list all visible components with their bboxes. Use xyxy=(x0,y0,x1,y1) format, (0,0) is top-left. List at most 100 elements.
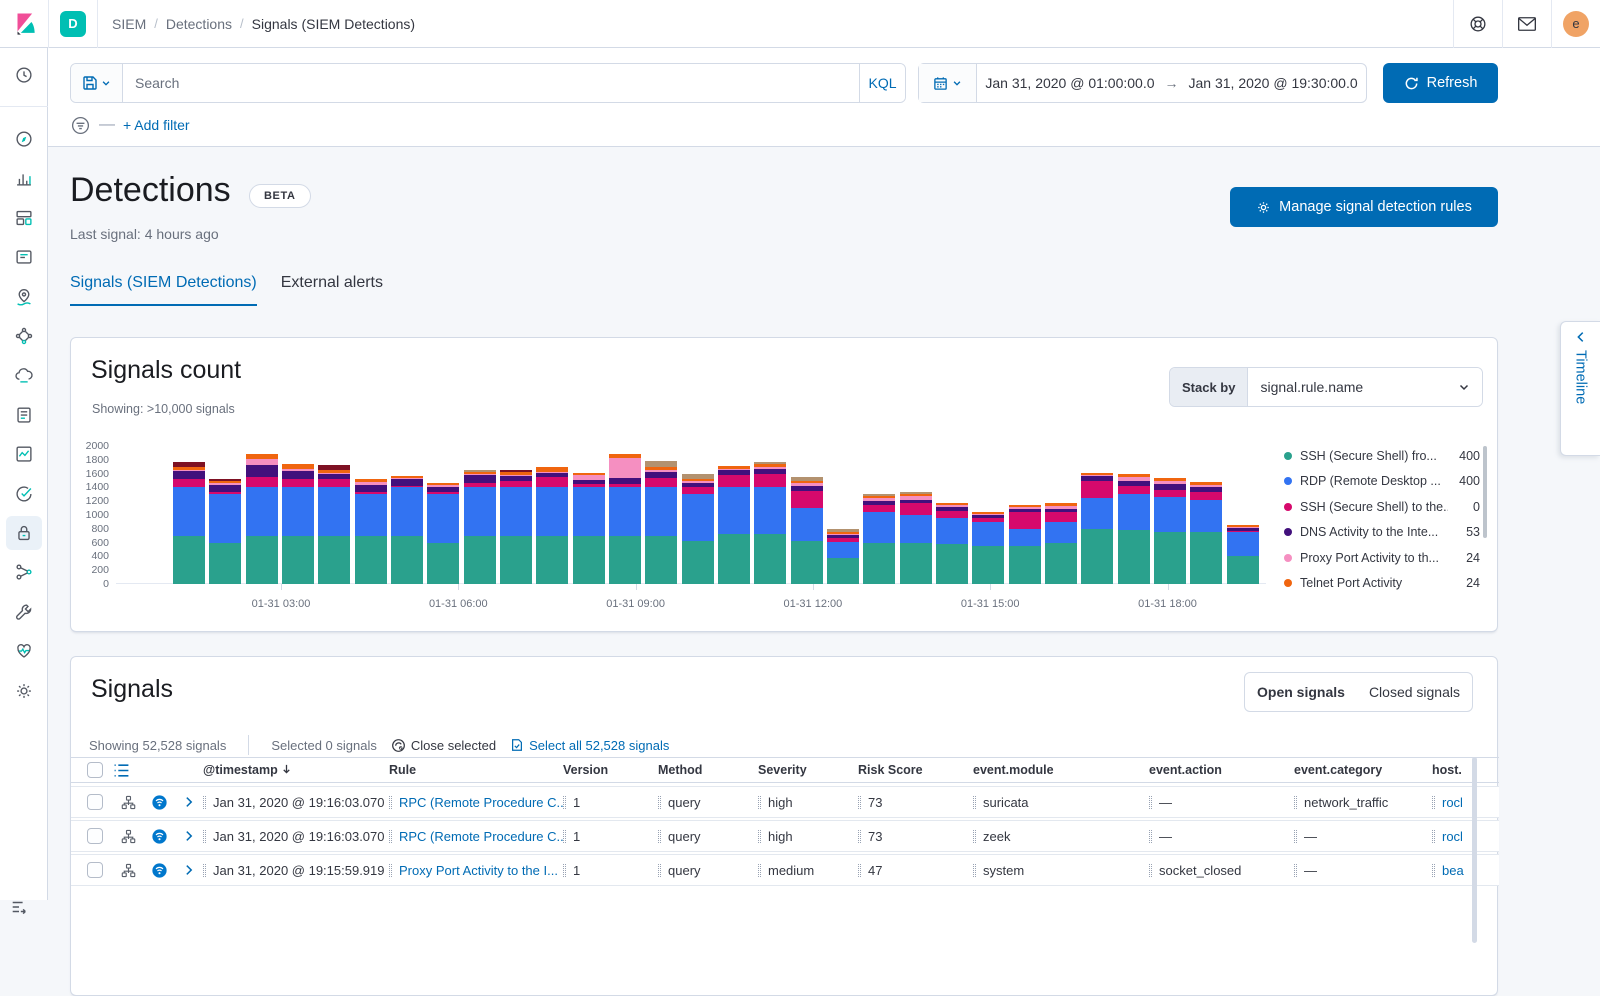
date-quick-menu-button[interactable] xyxy=(919,64,977,102)
column-header-version[interactable]: Version xyxy=(563,763,658,777)
stacked-bar[interactable] xyxy=(609,454,641,584)
stacked-bar[interactable] xyxy=(536,467,568,584)
analyze-event-icon[interactable] xyxy=(120,828,137,845)
host-link[interactable]: bea xyxy=(1442,863,1464,878)
cell-version[interactable]: 1 xyxy=(563,829,658,844)
stacked-bar[interactable] xyxy=(355,479,387,584)
legend-item[interactable]: RDP (Remote Desktop ...400 xyxy=(1284,469,1480,495)
column-header-method[interactable]: Method xyxy=(658,763,758,777)
legend-item[interactable]: Telnet Port Activity24 xyxy=(1284,571,1480,597)
row-checkbox[interactable] xyxy=(87,862,103,878)
stacked-bar[interactable] xyxy=(246,454,278,584)
cell-event_category[interactable]: — xyxy=(1294,863,1432,878)
sidebar-item-apm[interactable] xyxy=(6,437,42,471)
stacked-bar[interactable] xyxy=(827,529,859,584)
refresh-button[interactable]: Refresh xyxy=(1383,63,1498,103)
sidebar-item-uptime[interactable] xyxy=(6,477,42,511)
close-selected-button[interactable]: Close selected xyxy=(391,738,496,753)
sidebar-item-visualize[interactable] xyxy=(6,161,42,195)
sidebar-item-infrastructure[interactable] xyxy=(6,358,42,392)
cell-event_module[interactable]: system xyxy=(973,863,1149,878)
stacked-bar[interactable] xyxy=(500,470,532,584)
stacked-bar[interactable] xyxy=(863,494,895,584)
table-scrollbar[interactable] xyxy=(1472,757,1477,943)
host-link[interactable]: rocl xyxy=(1442,795,1463,810)
drag-handle[interactable] xyxy=(563,864,566,877)
cell-timestamp[interactable]: Jan 31, 2020 @ 19:16:03.070 xyxy=(203,829,389,844)
closed-signals-filter[interactable]: Closed signals xyxy=(1357,684,1472,700)
cell-severity[interactable]: high xyxy=(758,795,858,810)
expand-row-chevron-icon[interactable] xyxy=(182,829,196,843)
legend-scrollbar[interactable] xyxy=(1483,446,1487,538)
column-header-rule[interactable]: Rule xyxy=(389,763,563,777)
drag-handle[interactable] xyxy=(203,864,206,877)
tab-signals[interactable]: Signals (SIEM Detections) xyxy=(70,274,257,306)
sidebar-item-maps[interactable] xyxy=(6,280,42,314)
stacked-bar[interactable] xyxy=(682,474,714,584)
cell-risk_score[interactable]: 73 xyxy=(858,795,973,810)
drag-handle[interactable] xyxy=(203,830,206,843)
cell-risk_score[interactable]: 73 xyxy=(858,829,973,844)
stacked-bar[interactable] xyxy=(900,492,932,584)
rule-link[interactable]: RPC (Remote Procedure C... xyxy=(399,829,563,844)
stacked-bar[interactable] xyxy=(645,461,677,584)
cell-version[interactable]: 1 xyxy=(563,863,658,878)
chart-plot-area[interactable]: 01-31 03:0001-31 06:0001-31 09:0001-31 1… xyxy=(116,446,1266,584)
sidebar-item-discover[interactable] xyxy=(6,122,42,156)
select-all-checkbox[interactable] xyxy=(87,762,103,778)
expand-row-chevron-icon[interactable] xyxy=(182,863,196,877)
row-checkbox[interactable] xyxy=(87,828,103,844)
kql-syntax-button[interactable]: KQL xyxy=(859,64,905,102)
column-header--timestamp[interactable]: @timestamp xyxy=(203,763,389,777)
rule-link[interactable]: Proxy Port Activity to the I... xyxy=(399,863,558,878)
drag-handle[interactable] xyxy=(858,796,861,809)
cell-rule[interactable]: RPC (Remote Procedure C... xyxy=(389,795,563,810)
sidebar-item-canvas[interactable] xyxy=(6,240,42,274)
drag-handle[interactable] xyxy=(1432,864,1435,877)
cell-host[interactable]: bea xyxy=(1432,863,1474,878)
cell-method[interactable]: query xyxy=(658,795,758,810)
stacked-bar[interactable] xyxy=(1045,503,1077,584)
host-link[interactable]: rocl xyxy=(1442,829,1463,844)
drag-handle[interactable] xyxy=(1294,796,1297,809)
search-input[interactable] xyxy=(123,64,859,102)
drag-handle[interactable] xyxy=(1149,796,1152,809)
drag-handle[interactable] xyxy=(389,864,392,877)
drag-handle[interactable] xyxy=(1294,864,1297,877)
column-header-severity[interactable]: Severity xyxy=(758,763,858,777)
stacked-bar[interactable] xyxy=(1227,525,1259,584)
legend-item[interactable]: IPSEC NAT Traversal Po...16 xyxy=(1284,596,1480,601)
stacked-bar[interactable] xyxy=(1081,473,1113,584)
cell-host[interactable]: rocl xyxy=(1432,829,1474,844)
date-end[interactable]: Jan 31, 2020 @ 19:30:00.0 xyxy=(1189,75,1358,91)
cell-event_category[interactable]: network_traffic xyxy=(1294,795,1432,810)
cell-event_action[interactable]: — xyxy=(1149,829,1294,844)
rule-link[interactable]: RPC (Remote Procedure C... xyxy=(399,795,563,810)
sidebar-item-dashboard[interactable] xyxy=(6,201,42,235)
cell-version[interactable]: 1 xyxy=(563,795,658,810)
saved-query-menu-button[interactable] xyxy=(71,64,123,102)
manage-signal-detection-rules-button[interactable]: Manage signal detection rules xyxy=(1230,187,1498,227)
sidebar-item-graph[interactable] xyxy=(6,555,42,589)
cell-event_module[interactable]: zeek xyxy=(973,829,1149,844)
expand-row-chevron-icon[interactable] xyxy=(182,795,196,809)
breadcrumb-siem[interactable]: SIEM xyxy=(112,16,146,32)
drag-handle[interactable] xyxy=(758,830,761,843)
drag-handle[interactable] xyxy=(389,796,392,809)
drag-handle[interactable] xyxy=(658,830,661,843)
sidebar-item-logs[interactable] xyxy=(6,398,42,432)
cell-rule[interactable]: Proxy Port Activity to the I... xyxy=(389,863,563,878)
stacked-bar[interactable] xyxy=(972,512,1004,584)
date-picker[interactable]: Jan 31, 2020 @ 01:00:00.0 → Jan 31, 2020… xyxy=(918,63,1367,103)
drag-handle[interactable] xyxy=(973,830,976,843)
analyze-event-icon[interactable] xyxy=(120,794,137,811)
stacked-bar[interactable] xyxy=(573,473,605,584)
cell-timestamp[interactable]: Jan 31, 2020 @ 19:16:03.070 xyxy=(203,795,389,810)
user-menu-button[interactable]: e xyxy=(1552,0,1600,48)
date-start[interactable]: Jan 31, 2020 @ 01:00:00.0 xyxy=(985,75,1154,91)
stacked-bar[interactable] xyxy=(1190,482,1222,584)
cell-event_module[interactable]: suricata xyxy=(973,795,1149,810)
column-header-event-module[interactable]: event.module xyxy=(973,763,1149,777)
open-signals-filter[interactable]: Open signals xyxy=(1245,684,1357,700)
stacked-bar[interactable] xyxy=(427,483,459,584)
